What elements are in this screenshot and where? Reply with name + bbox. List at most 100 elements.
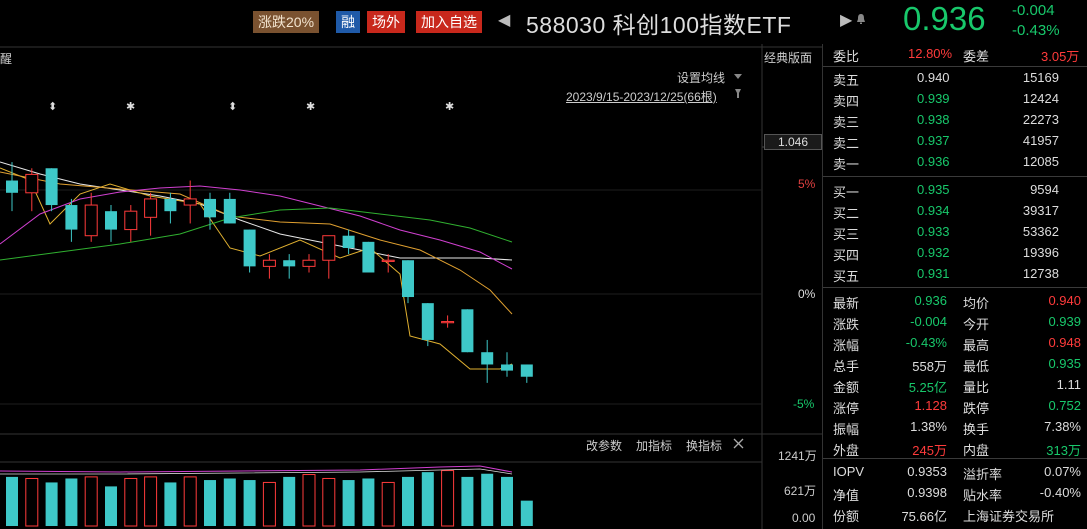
date-range-label[interactable]: 2023/9/15-2023/12/25(66根) [566, 88, 717, 105]
kline-chart-area[interactable]: ⬍ ✱ ⬍ ✱ ✱ 醒 经典版面 设置均线 2023/9/15-2023/12/… [0, 44, 822, 529]
ask-row[interactable]: 卖二 0.937 41957 [823, 131, 1087, 152]
ask-row[interactable]: 卖一 0.936 12085 [823, 152, 1087, 173]
level-price: 0.931 [917, 266, 950, 281]
stat-label: 涨停 [833, 401, 860, 416]
bid-row[interactable]: 买一 0.935 9594 [823, 180, 1087, 201]
close-icon [733, 438, 744, 449]
candle-body [25, 173, 39, 194]
bell-icon[interactable] [856, 14, 866, 24]
level-label: 卖一 [833, 157, 860, 172]
weibi-value: 12.80% [908, 46, 953, 61]
candle-body [204, 198, 216, 218]
stat-label: 振幅 [833, 422, 860, 437]
volume-bar [402, 476, 414, 526]
volume-bar [342, 480, 355, 526]
level-price: 0.940 [917, 70, 950, 85]
ma-orange-line [0, 171, 513, 315]
stat-label: 贴水率 [963, 488, 1003, 503]
volume-bar [421, 472, 434, 526]
event-marker-icon: ⬍ [228, 101, 237, 113]
stat-row: IOPV 0.9353 溢折率 0.07% [823, 462, 1087, 483]
stat-label: 上海证券交易所 [963, 509, 1055, 524]
stat-row: 净值 0.9398 贴水率 -0.40% [823, 483, 1087, 504]
bid-row[interactable]: 买三 0.933 53362 [823, 222, 1087, 243]
stat-label: 净值 [833, 488, 860, 503]
level-volume: 12424 [1022, 91, 1059, 106]
volume-bar [25, 477, 39, 527]
volume-bar [381, 481, 395, 527]
y-label-zero: 0% [798, 287, 816, 301]
level-price: 0.938 [917, 112, 950, 127]
event-marker-icon: ✱ [445, 101, 454, 113]
ask-row[interactable]: 卖三 0.938 22273 [823, 110, 1087, 131]
layout-label[interactable]: 经典版面 [764, 49, 812, 66]
stat-row: 涨幅 -0.43% 最高 0.948 [823, 333, 1087, 354]
level-volume: 9594 [1030, 182, 1059, 197]
volume-axis-zero: 0.00 [792, 511, 816, 525]
level-volume: 19396 [1022, 245, 1059, 260]
candle-body [402, 260, 414, 298]
volume-bar [481, 473, 494, 526]
stat-label: IOPV [833, 464, 865, 479]
stat-value: 0.9398 [907, 485, 947, 500]
level-label: 卖四 [833, 94, 860, 109]
volume-bar [461, 476, 474, 526]
add-watchlist-button[interactable]: 加入自选 [416, 11, 482, 33]
ask-row[interactable]: 卖四 0.939 12424 [823, 89, 1087, 110]
stat-value: 558万 [912, 359, 947, 374]
candle-body [283, 260, 296, 267]
volume-bar [262, 481, 276, 527]
switch-indicator-button[interactable]: 换指标 [686, 437, 722, 454]
stat-row: 涨停 1.128 跌停 0.752 [823, 396, 1087, 417]
stat-value: -0.43% [905, 335, 947, 350]
weicha-label: 委差 [963, 49, 990, 64]
candle-body [481, 352, 494, 365]
stat-value: 7.38% [1044, 419, 1081, 434]
volume-bar [105, 486, 117, 526]
volume-bar [65, 478, 78, 526]
volume-bar [243, 480, 256, 526]
margin-tag[interactable]: 融 [336, 11, 360, 33]
stat-label: 最高 [963, 338, 990, 353]
stat-value: 1.38% [910, 419, 947, 434]
candle-body [45, 168, 58, 206]
weibi-label: 委比 [833, 49, 860, 64]
level-label: 卖二 [833, 136, 860, 151]
candle-body [164, 198, 177, 212]
limit-tag[interactable]: 涨跌20% [253, 11, 320, 33]
candle-body [243, 229, 256, 267]
bid-row[interactable]: 买五 0.931 12738 [823, 264, 1087, 285]
ask-row[interactable]: 卖五 0.940 15169 [823, 68, 1087, 89]
volume-bar [164, 482, 177, 526]
volume-bar [501, 476, 513, 526]
stat-value: 0.07% [1044, 464, 1081, 479]
bid-row[interactable]: 买二 0.934 39317 [823, 201, 1087, 222]
volume-bar [124, 477, 138, 527]
level-label: 卖三 [833, 115, 860, 130]
level-volume: 12738 [1022, 266, 1059, 281]
offexchange-tag[interactable]: 场外 [367, 11, 405, 33]
stat-label: 总手 [833, 359, 860, 374]
candle-body [144, 198, 158, 218]
stat-value: 0.948 [1048, 335, 1081, 350]
stat-row: 最新 0.936 均价 0.940 [823, 291, 1087, 312]
candle-body [322, 235, 336, 261]
add-indicator-button[interactable]: 加指标 [636, 437, 672, 454]
stat-value: 0.939 [1048, 314, 1081, 329]
prev-stock-icon[interactable]: ◀ [498, 10, 510, 30]
next-stock-icon[interactable]: ▶ [840, 10, 852, 30]
stat-label: 外盘 [833, 443, 860, 458]
bid-row[interactable]: 买四 0.932 19396 [823, 243, 1087, 264]
stat-value: -0.40% [1039, 485, 1081, 500]
cursor-price-label: 1.046 [764, 134, 822, 150]
y-label-plus5: 5% [798, 177, 816, 191]
level-label: 买一 [833, 185, 860, 200]
volume-axis-mid: 621万 [784, 484, 817, 498]
stat-row: 振幅 1.38% 换手 7.38% [823, 417, 1087, 438]
stat-row: 金额 5.25亿 量比 1.11 [823, 375, 1087, 396]
set-ma-button[interactable]: 设置均线 [677, 69, 725, 86]
volume-bar [183, 476, 197, 527]
ma-yellow-line [0, 167, 513, 370]
change-params-button[interactable]: 改参数 [586, 437, 622, 454]
price-change-pct: -0.43% [1012, 22, 1060, 39]
